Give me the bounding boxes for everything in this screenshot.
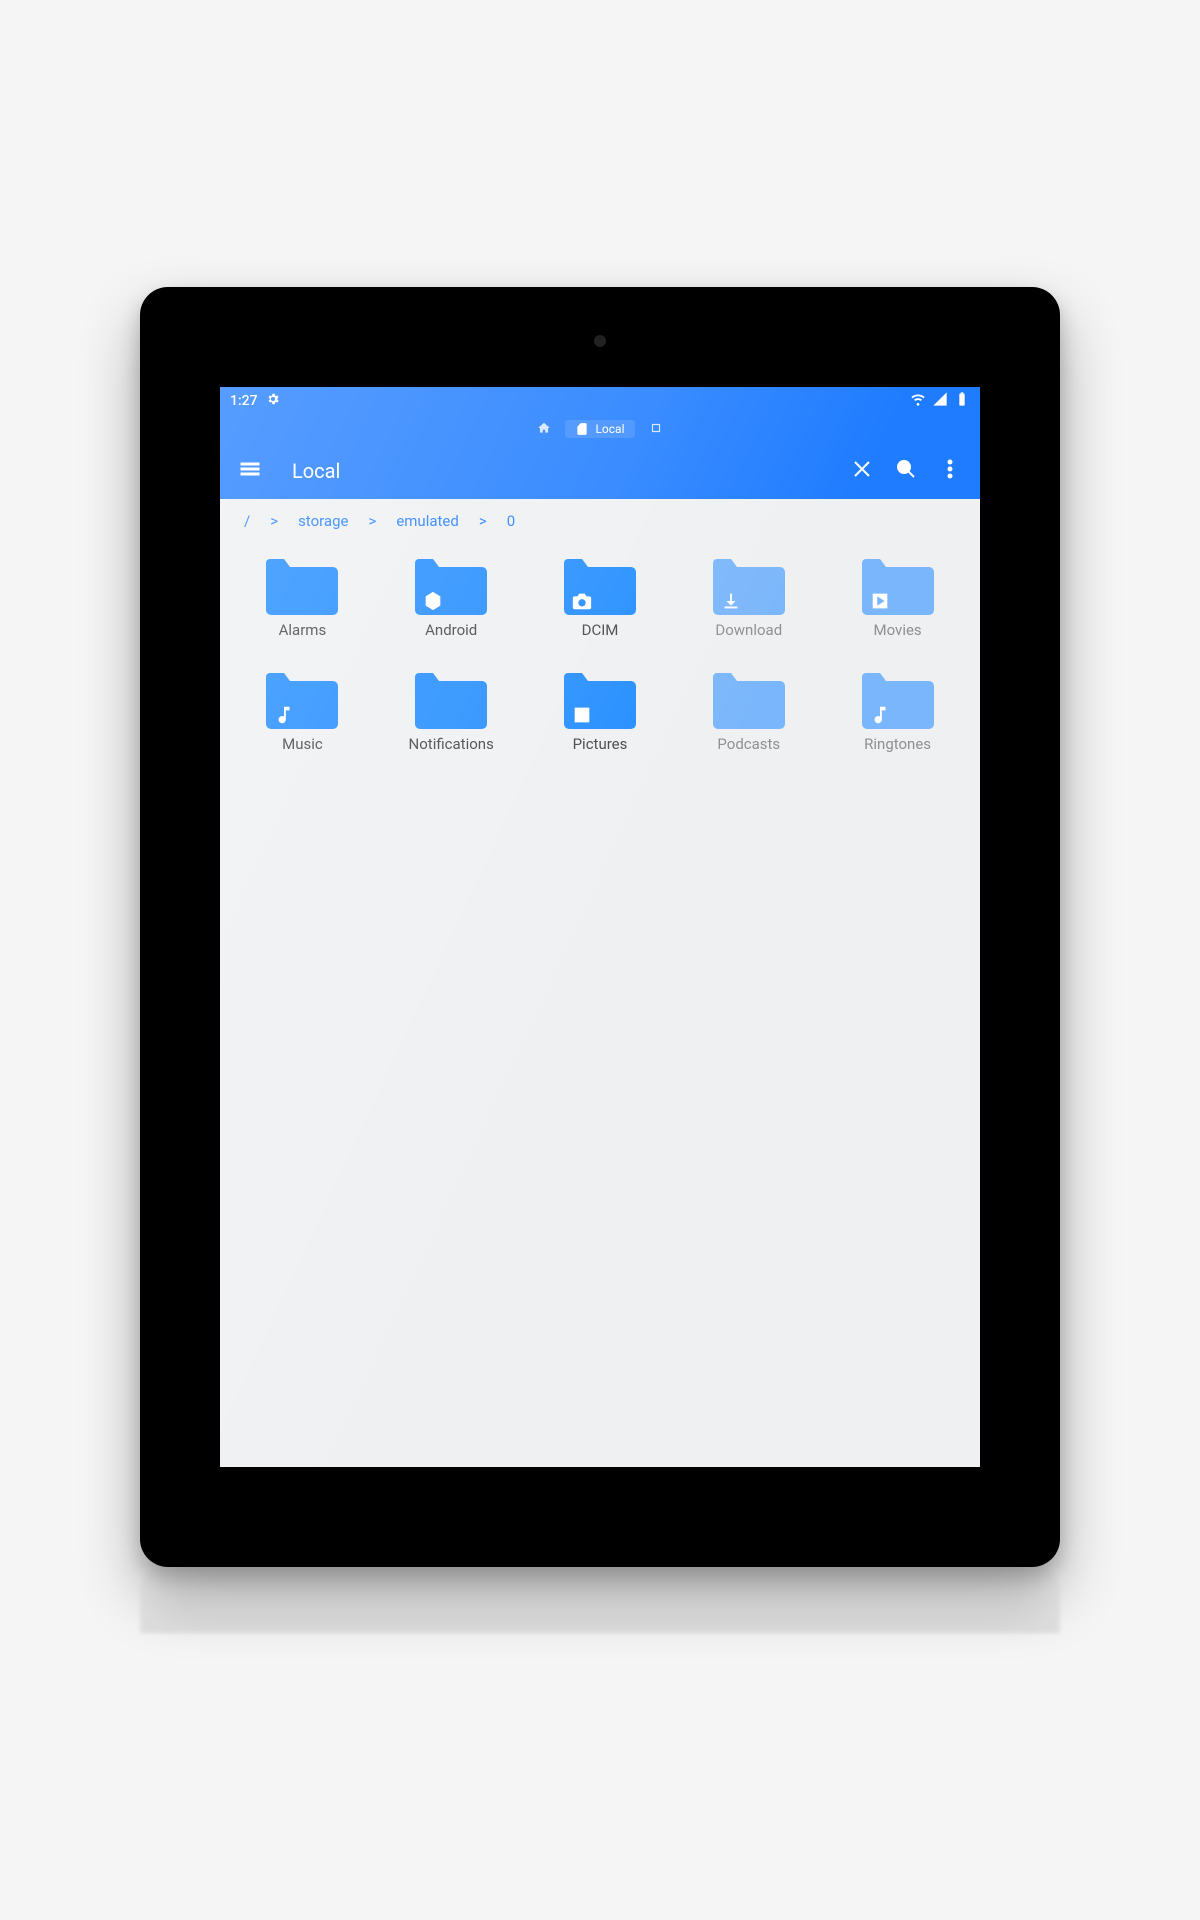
more-vert-icon bbox=[938, 457, 962, 485]
app-bar: Local bbox=[220, 443, 980, 499]
breadcrumb-seg[interactable]: / bbox=[244, 512, 250, 530]
sdcard-icon bbox=[575, 422, 589, 436]
breadcrumb-seg[interactable]: storage bbox=[298, 512, 348, 530]
breadcrumb-sep: > bbox=[368, 512, 376, 530]
folder-icon bbox=[713, 555, 785, 615]
folder-label: Android bbox=[425, 621, 477, 639]
camera-icon bbox=[568, 589, 596, 613]
screen: 1:27 Local Local bbox=[220, 387, 980, 1467]
folder-label: DCIM bbox=[582, 621, 619, 639]
folder-grid: Alarms Android DCIM Download Movies Music Noti… bbox=[220, 543, 980, 765]
battery-icon bbox=[954, 391, 970, 411]
folder-icon bbox=[415, 555, 487, 615]
menu-button[interactable] bbox=[228, 449, 272, 493]
tab-local[interactable]: Local bbox=[565, 420, 634, 438]
folder-icon bbox=[862, 669, 934, 729]
wifi-icon bbox=[910, 391, 926, 411]
folder-icon bbox=[862, 555, 934, 615]
status-bar: 1:27 bbox=[220, 387, 980, 415]
folder-podcasts[interactable]: Podcasts bbox=[674, 669, 823, 753]
tablet-frame: 1:27 Local Local bbox=[140, 287, 1060, 1567]
home-icon[interactable] bbox=[537, 421, 551, 438]
close-icon bbox=[850, 457, 874, 485]
folder-icon bbox=[266, 669, 338, 729]
folder-label: Music bbox=[282, 735, 323, 753]
breadcrumb-sep: > bbox=[479, 512, 487, 530]
new-tab-icon[interactable] bbox=[649, 421, 663, 438]
signal-icon bbox=[932, 391, 948, 411]
folder-ringtones[interactable]: Ringtones bbox=[823, 669, 972, 753]
search-icon bbox=[894, 457, 918, 485]
image-icon bbox=[568, 703, 596, 727]
folder-icon bbox=[564, 555, 636, 615]
folder-alarms[interactable]: Alarms bbox=[228, 555, 377, 639]
download-icon bbox=[717, 589, 745, 613]
folder-movies[interactable]: Movies bbox=[823, 555, 972, 639]
folder-notifications[interactable]: Notifications bbox=[377, 669, 526, 753]
camera-dot bbox=[594, 335, 606, 347]
play-icon bbox=[866, 589, 894, 613]
music-icon bbox=[866, 703, 894, 727]
tabstrip: Local bbox=[220, 415, 980, 443]
hamburger-icon bbox=[238, 457, 262, 485]
status-time: 1:27 bbox=[230, 393, 258, 409]
folder-label: Notifications bbox=[409, 735, 494, 753]
folder-label: Download bbox=[715, 621, 782, 639]
folder-pictures[interactable]: Pictures bbox=[526, 669, 675, 753]
folder-label: Alarms bbox=[279, 621, 327, 639]
music-icon bbox=[270, 703, 298, 727]
folder-label: Pictures bbox=[573, 735, 628, 753]
breadcrumb: / > storage > emulated > 0 bbox=[220, 499, 980, 543]
folder-label: Ringtones bbox=[864, 735, 931, 753]
folder-download[interactable]: Download bbox=[674, 555, 823, 639]
folder-icon bbox=[564, 669, 636, 729]
app-bar-title: Local bbox=[292, 459, 840, 483]
folder-music[interactable]: Music bbox=[228, 669, 377, 753]
tab-label: Local bbox=[595, 422, 624, 436]
breadcrumb-sep: > bbox=[270, 512, 278, 530]
search-button[interactable] bbox=[884, 449, 928, 493]
breadcrumb-seg[interactable]: 0 bbox=[507, 512, 515, 530]
breadcrumb-seg[interactable]: emulated bbox=[396, 512, 459, 530]
hexagon-icon bbox=[419, 589, 447, 613]
folder-icon bbox=[415, 669, 487, 729]
folder-icon bbox=[713, 669, 785, 729]
folder-android[interactable]: Android bbox=[377, 555, 526, 639]
folder-icon bbox=[266, 555, 338, 615]
folder-dcim[interactable]: DCIM bbox=[526, 555, 675, 639]
folder-label: Movies bbox=[874, 621, 922, 639]
folder-label: Podcasts bbox=[717, 735, 780, 753]
gear-icon bbox=[266, 392, 280, 410]
close-button[interactable] bbox=[840, 449, 884, 493]
more-button[interactable] bbox=[928, 449, 972, 493]
